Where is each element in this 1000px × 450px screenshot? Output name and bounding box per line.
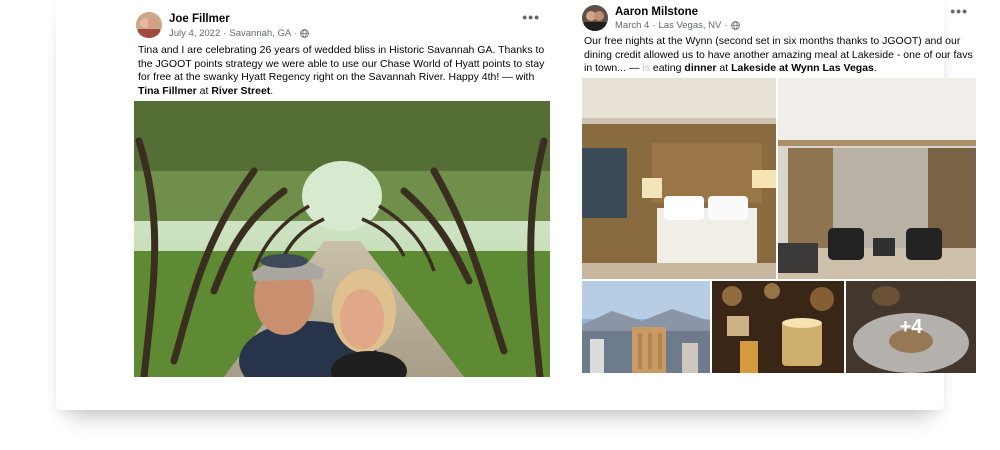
- tagged-place[interactable]: River Street: [211, 85, 270, 97]
- facebook-post-aaron: Aaron Milstone March 4 · Las Vegas, NV ·…: [582, 0, 976, 373]
- post-meta: July 4, 2022 · Savannah, GA ·: [169, 28, 310, 39]
- tag-separator: at: [196, 84, 212, 97]
- post-location[interactable]: Las Vegas, NV: [659, 20, 722, 31]
- author-name[interactable]: Joe Fillmer: [169, 13, 230, 25]
- post-photo-bedroom[interactable]: [582, 78, 776, 279]
- tagged-person[interactable]: Tina Fillmer: [138, 85, 197, 97]
- tag-separator: at: [716, 62, 732, 75]
- post-header: Joe Fillmer July 4, 2022 · Savannah, GA …: [136, 0, 550, 44]
- globe-icon: [730, 21, 740, 30]
- tag-end: .: [270, 84, 274, 97]
- author-name[interactable]: Aaron Milstone: [615, 6, 698, 18]
- avatar[interactable]: [582, 5, 608, 31]
- post-photo-skyline[interactable]: [582, 281, 710, 373]
- post-photo-drinks[interactable]: [712, 281, 844, 373]
- post-meta: March 4 · Las Vegas, NV ·: [615, 20, 740, 31]
- post-photo-dish[interactable]: +4: [846, 281, 976, 373]
- post-location[interactable]: Savannah, GA: [229, 28, 291, 39]
- facebook-post-joe: Joe Fillmer July 4, 2022 · Savannah, GA …: [134, 0, 550, 377]
- meta-separator: ·: [294, 28, 298, 39]
- screenshot-card: Joe Fillmer July 4, 2022 · Savannah, GA …: [56, 0, 976, 410]
- tagged-place[interactable]: Lakeside at Wynn Las Vegas: [731, 62, 874, 74]
- post-date[interactable]: July 4, 2022: [169, 28, 220, 39]
- activity-text: eating: [649, 62, 685, 75]
- more-options-icon[interactable]: •••: [522, 10, 540, 24]
- avatar[interactable]: [136, 12, 162, 38]
- meta-separator: ·: [724, 20, 728, 31]
- post-body: Our free nights at the Wynn (second set …: [584, 35, 976, 76]
- globe-icon: [300, 29, 310, 38]
- post-text: Tina and I are celebrating 26 years of w…: [138, 44, 545, 84]
- post-photo-oak-alley[interactable]: [134, 101, 550, 377]
- activity-bold: dinner: [684, 62, 717, 75]
- meta-separator: ·: [652, 20, 656, 31]
- post-date[interactable]: March 4: [615, 20, 649, 31]
- more-photos-count: +4: [899, 315, 923, 338]
- meta-separator: ·: [223, 28, 227, 39]
- faded-word: is: [642, 62, 650, 75]
- post-body: Tina and I are celebrating 26 years of w…: [138, 44, 546, 98]
- tag-end: .: [873, 62, 877, 75]
- more-options-icon[interactable]: •••: [950, 4, 968, 18]
- more-photos-overlay[interactable]: +4: [846, 281, 976, 373]
- post-photo-living-room[interactable]: [778, 78, 976, 279]
